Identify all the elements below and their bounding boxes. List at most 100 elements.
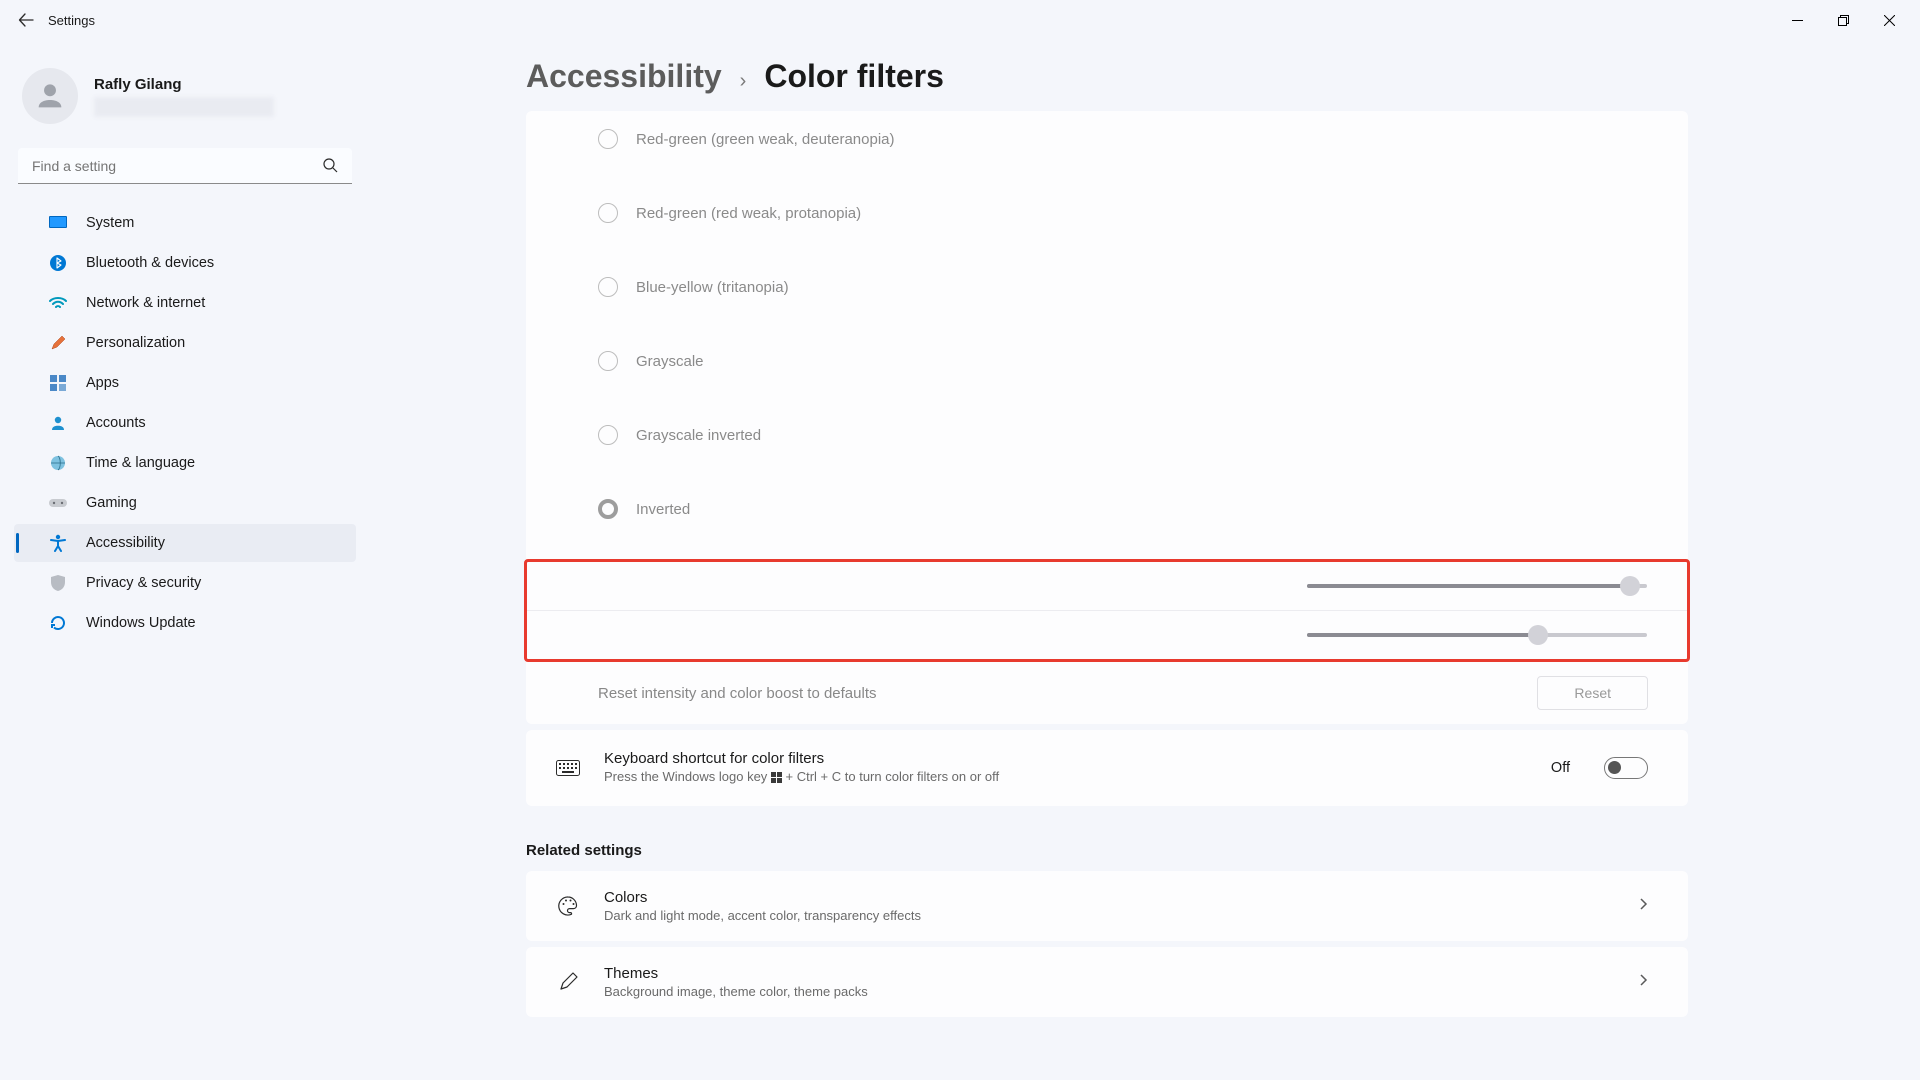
related-title: Themes <box>604 965 1617 982</box>
sidebar-item-label: Accounts <box>86 415 146 431</box>
sidebar-item-system[interactable]: System <box>14 204 356 242</box>
related-colors-panel: Colors Dark and light mode, accent color… <box>526 871 1688 941</box>
radio-inverted[interactable]: Inverted <box>526 481 1688 555</box>
windows-key-icon <box>771 771 782 786</box>
radio-deuteranopia[interactable]: Red-green (green weak, deuteranopia) <box>526 111 1688 185</box>
radio-grayscale[interactable]: Grayscale <box>526 333 1688 407</box>
breadcrumb-parent[interactable]: Accessibility <box>526 58 722 95</box>
user-info: Rafly Gilang <box>94 76 348 117</box>
brush-icon <box>48 333 68 353</box>
color-boost-slider-row <box>527 610 1687 659</box>
toggle-knob-icon <box>1608 761 1621 774</box>
sidebar-item-network[interactable]: Network & internet <box>14 284 356 322</box>
sidebar-item-time[interactable]: Time & language <box>14 444 356 482</box>
sidebar-item-accounts[interactable]: Accounts <box>14 404 356 442</box>
slider-thumb-icon <box>1528 625 1548 645</box>
radio-grayscale-inverted[interactable]: Grayscale inverted <box>526 407 1688 481</box>
reset-button[interactable]: Reset <box>1537 676 1648 710</box>
shortcut-toggle[interactable] <box>1604 757 1648 779</box>
minimize-icon <box>1792 15 1803 26</box>
sidebar-item-bluetooth[interactable]: Bluetooth & devices <box>14 244 356 282</box>
minimize-button[interactable] <box>1774 4 1820 36</box>
sidebar-item-label: Accessibility <box>86 535 165 551</box>
sidebar-item-personalization[interactable]: Personalization <box>14 324 356 362</box>
chevron-right-icon <box>1639 897 1648 916</box>
radio-label: Grayscale <box>636 353 704 370</box>
shortcut-desc: Press the Windows logo key + Ctrl + C to… <box>604 769 1529 786</box>
reset-label: Reset intensity and color boost to defau… <box>598 685 877 702</box>
bluetooth-icon <box>48 253 68 273</box>
sidebar-item-label: Personalization <box>86 335 185 351</box>
system-icon <box>48 213 68 233</box>
related-heading: Related settings <box>526 842 1888 859</box>
accessibility-icon <box>48 533 68 553</box>
related-themes-panel: Themes Background image, theme color, th… <box>526 947 1688 1017</box>
sidebar-item-label: Network & internet <box>86 295 205 311</box>
radio-circle-icon <box>598 277 618 297</box>
radio-label: Red-green (red weak, protanopia) <box>636 205 861 222</box>
filters-panel: Red-green (green weak, deuteranopia) Red… <box>526 111 1688 724</box>
reset-row: Reset intensity and color boost to defau… <box>526 662 1688 724</box>
titlebar: Settings <box>0 0 1920 40</box>
search-input[interactable] <box>18 148 352 184</box>
filter-radio-group: Red-green (green weak, deuteranopia) Red… <box>526 111 1688 561</box>
content: Accessibility › Color filters Red-green … <box>370 40 1920 1080</box>
window-title: Settings <box>48 13 95 28</box>
close-button[interactable] <box>1866 4 1912 36</box>
toggle-state-label: Off <box>1551 760 1570 776</box>
sidebar-item-label: Privacy & security <box>86 575 201 591</box>
shield-icon <box>48 573 68 593</box>
related-desc: Background image, theme color, theme pac… <box>604 984 1617 999</box>
radio-circle-icon <box>598 203 618 223</box>
intensity-slider[interactable] <box>1307 584 1647 588</box>
related-themes[interactable]: Themes Background image, theme color, th… <box>526 947 1688 1017</box>
user-email-blurred <box>94 97 274 117</box>
page-title: Color filters <box>764 58 944 95</box>
slider-thumb-icon <box>1620 576 1640 596</box>
breadcrumb: Accessibility › Color filters <box>526 58 1888 95</box>
radio-label: Inverted <box>636 501 690 518</box>
user-block[interactable]: Rafly Gilang <box>0 50 370 138</box>
sidebar-item-accessibility[interactable]: Accessibility <box>14 524 356 562</box>
sidebar-item-privacy[interactable]: Privacy & security <box>14 564 356 602</box>
radio-circle-icon <box>598 499 618 519</box>
keyboard-icon <box>554 760 582 776</box>
update-icon <box>48 613 68 633</box>
radio-circle-icon <box>598 425 618 445</box>
wifi-icon <box>48 293 68 313</box>
related-desc: Dark and light mode, accent color, trans… <box>604 908 1617 923</box>
radio-protanopia[interactable]: Red-green (red weak, protanopia) <box>526 185 1688 259</box>
clock-globe-icon <box>48 453 68 473</box>
related-title: Colors <box>604 889 1617 906</box>
person-icon <box>33 79 67 113</box>
sidebar: Rafly Gilang System Bluetooth & devices … <box>0 40 370 1080</box>
search-box <box>18 148 352 184</box>
back-button[interactable] <box>8 2 44 38</box>
sidebar-item-label: Gaming <box>86 495 137 511</box>
radio-tritanopia[interactable]: Blue-yellow (tritanopia) <box>526 259 1688 333</box>
accounts-icon <box>48 413 68 433</box>
sidebar-item-update[interactable]: Windows Update <box>14 604 356 642</box>
related-colors[interactable]: Colors Dark and light mode, accent color… <box>526 871 1688 941</box>
nav-list: System Bluetooth & devices Network & int… <box>0 204 370 642</box>
chevron-right-icon <box>1639 973 1648 992</box>
palette-icon <box>554 895 582 917</box>
maximize-icon <box>1838 15 1849 26</box>
highlighted-region <box>524 559 1690 662</box>
sidebar-item-label: Time & language <box>86 455 195 471</box>
shortcut-title: Keyboard shortcut for color filters <box>604 750 1529 767</box>
intensity-slider-row <box>527 562 1687 610</box>
apps-icon <box>48 373 68 393</box>
sidebar-item-gaming[interactable]: Gaming <box>14 484 356 522</box>
radio-circle-icon <box>598 351 618 371</box>
radio-label: Blue-yellow (tritanopia) <box>636 279 789 296</box>
sidebar-item-label: System <box>86 215 134 231</box>
maximize-button[interactable] <box>1820 4 1866 36</box>
radio-label: Grayscale inverted <box>636 427 761 444</box>
sidebar-item-apps[interactable]: Apps <box>14 364 356 402</box>
close-icon <box>1884 15 1895 26</box>
pen-icon <box>554 971 582 993</box>
gaming-icon <box>48 493 68 513</box>
color-boost-slider[interactable] <box>1307 633 1647 637</box>
shortcut-row: Keyboard shortcut for color filters Pres… <box>526 730 1688 806</box>
